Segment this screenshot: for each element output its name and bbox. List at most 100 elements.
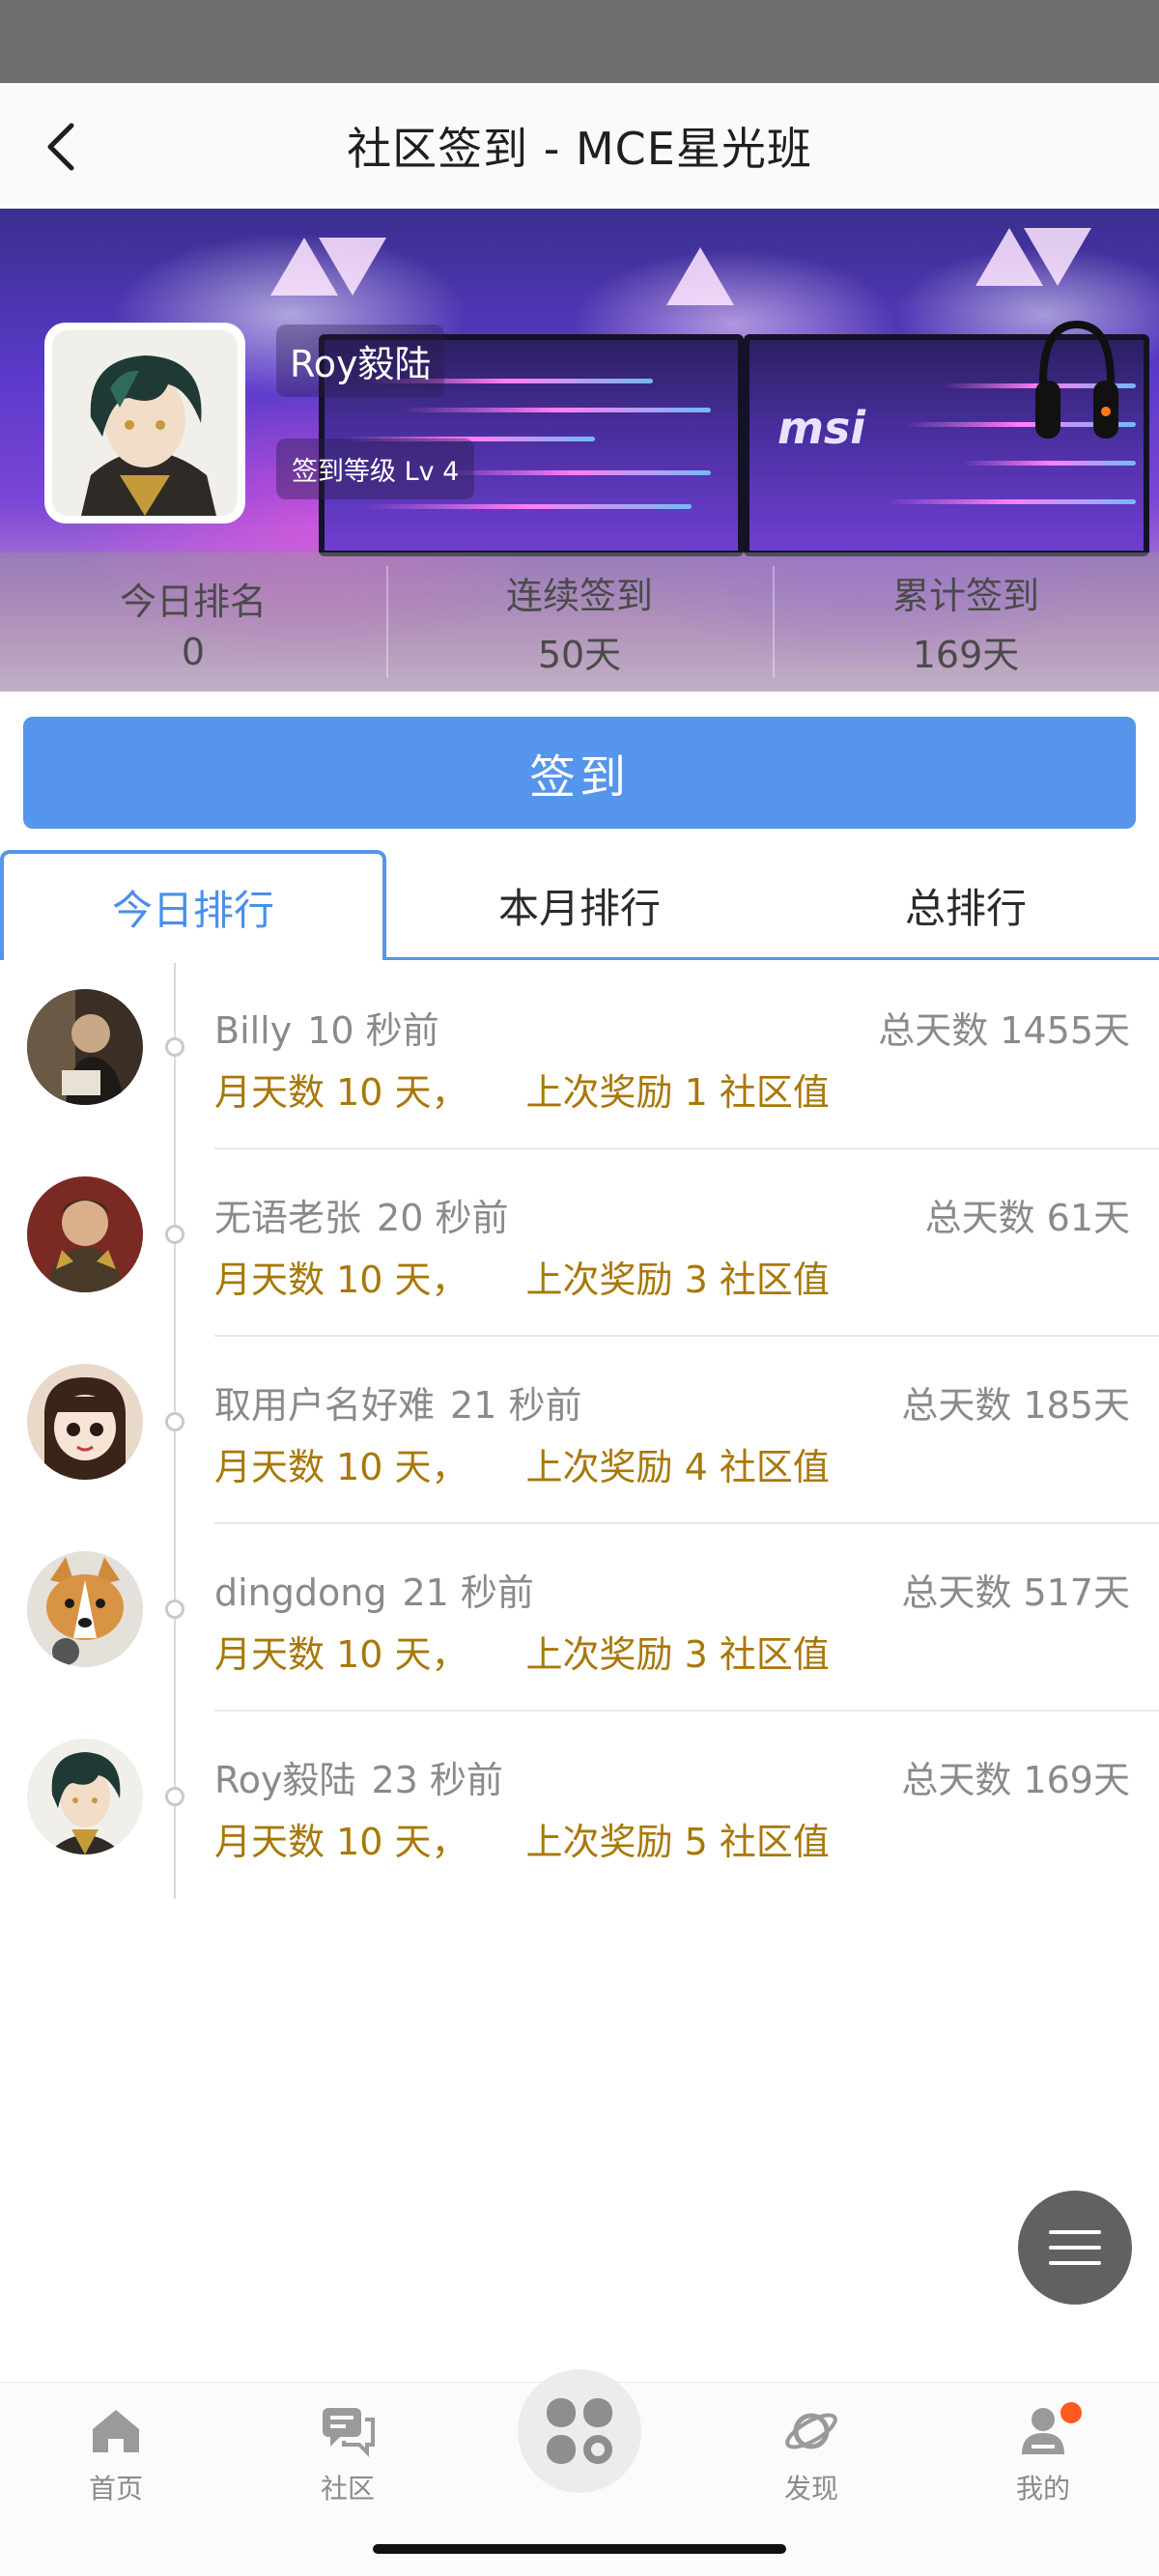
list-item[interactable]: 无语老张 20 秒前 总天数 61天 月天数 10 天， 上次奖励 3 社区值 (0, 1147, 1159, 1335)
tabbar-label: 发现 (783, 2473, 838, 2505)
last-reward: 上次奖励 1 社区值 (525, 1071, 830, 1114)
avatar-warrior-icon (27, 1176, 143, 1292)
checkin-page: 社区签到 - MCE星光班 msi Roy毅陆 签到等级 Lv 4 今日排名 0… (0, 0, 1159, 2576)
last-reward: 上次奖励 5 社区值 (525, 1821, 830, 1863)
timeline-dot (165, 1037, 184, 1057)
chevron-left-icon (47, 123, 74, 171)
list-item[interactable]: Roy毅陆 23 秒前 总天数 169天 月天数 10 天， 上次奖励 5 社区值 (0, 1710, 1159, 1897)
avatar[interactable] (27, 1364, 143, 1480)
checkin-time: 10 秒前 (307, 1009, 439, 1052)
avatar-anime-boy-icon (52, 330, 238, 516)
user-time: dingdong 21 秒前 (214, 1563, 550, 1616)
menu-line (1049, 2261, 1101, 2265)
menu-line (1049, 2246, 1101, 2250)
username-label: Roy毅陆 (276, 325, 445, 397)
checkin-button[interactable]: 签到 (23, 717, 1136, 829)
total-days: 总天数 517天 (901, 1571, 1130, 1614)
status-bar (0, 0, 1159, 83)
list-item[interactable]: 取用户名好难 21 秒前 总天数 185天 月天数 10 天， 上次奖励 4 社区值 (0, 1335, 1159, 1522)
community-chat-icon (323, 2408, 375, 2457)
user-time: 取用户名好难 21 秒前 (214, 1375, 597, 1429)
avatar-anime-boy-icon (27, 1739, 143, 1854)
total-days: 总天数 185天 (901, 1384, 1130, 1427)
level-badge: 签到等级 Lv 4 (276, 439, 475, 499)
tab-today-ranking[interactable]: 今日排行 (0, 850, 386, 963)
tabbar-label: 社区 (320, 2473, 375, 2505)
reward-info: 月天数 10 天， 上次奖励 1 社区值 (214, 1062, 830, 1116)
checkin-list: Billy 10 秒前 总天数 1455天 月天数 10 天， 上次奖励 1 社区值… (0, 960, 1159, 1899)
user-time: Billy 10 秒前 (214, 1001, 455, 1054)
tabbar-item-community[interactable]: 社区 (290, 2402, 406, 2506)
page-title: 社区签到 - MCE星光班 (347, 123, 812, 175)
ranking-tabs: 今日排行 本月排行 总排行 (0, 850, 1159, 963)
month-days: 月天数 10 天， (214, 1446, 468, 1488)
last-reward: 上次奖励 3 社区值 (525, 1633, 830, 1676)
stat-value: 169天 (912, 634, 1020, 676)
stat-value: 0 (181, 630, 206, 673)
timeline-dot (165, 1225, 184, 1244)
total-days: 总天数 61天 (924, 1197, 1130, 1239)
tabbar-label: 首页 (88, 2473, 143, 2505)
list-item[interactable]: Billy 10 秒前 总天数 1455天 月天数 10 天， 上次奖励 1 社区值 (0, 960, 1159, 1147)
stat-label: 连续签到 (505, 575, 653, 617)
avatar-photo-man-icon (27, 989, 143, 1105)
tabbar-label: 我的 (1015, 2473, 1070, 2505)
avatar[interactable] (27, 1739, 143, 1854)
user-avatar[interactable] (44, 323, 245, 524)
user-name: Billy (214, 1009, 293, 1052)
month-days: 月天数 10 天， (214, 1821, 468, 1863)
profile-banner: msi Roy毅陆 签到等级 Lv 4 今日排名 0 连续签到 50天 累计签到… (0, 209, 1159, 692)
stat-label: 累计签到 (891, 575, 1039, 617)
reward-info: 月天数 10 天， 上次奖励 3 社区值 (214, 1625, 830, 1678)
month-days: 月天数 10 天， (214, 1259, 468, 1301)
total-days: 总天数 169天 (901, 1759, 1130, 1801)
apps-grid-icon (547, 2398, 612, 2464)
list-item[interactable]: dingdong 21 秒前 总天数 517天 月天数 10 天， 上次奖励 3 社… (0, 1522, 1159, 1710)
tabbar-item-profile[interactable]: 我的 (985, 2402, 1101, 2506)
planet-icon (785, 2413, 837, 2449)
headphone-icon (1035, 320, 1118, 439)
navigation-bar: 社区签到 - MCE星光班 (0, 83, 1159, 209)
tabbar-item-discover[interactable]: 发现 (753, 2402, 869, 2506)
back-button[interactable] (33, 118, 91, 176)
month-days: 月天数 10 天， (214, 1071, 468, 1114)
stats-bar: 今日排名 0 连续签到 50天 累计签到 169天 (0, 552, 1159, 692)
stat-value: 50天 (537, 634, 622, 676)
reward-info: 月天数 10 天， 上次奖励 5 社区值 (214, 1812, 830, 1865)
stat-today-rank: 今日排名 0 (0, 552, 386, 692)
timeline-dot (165, 1599, 184, 1619)
notification-badge (1060, 2402, 1082, 2423)
user-name: dingdong (214, 1571, 387, 1614)
floating-menu-button[interactable] (1018, 2191, 1132, 2305)
user-name: 无语老张 (214, 1197, 362, 1239)
reward-info: 月天数 10 天， 上次奖励 4 社区值 (214, 1437, 830, 1490)
timeline-dot (165, 1787, 184, 1806)
tabbar-item-home[interactable]: 首页 (58, 2402, 174, 2506)
user-name: Roy毅陆 (214, 1759, 356, 1801)
tab-month-ranking[interactable]: 本月排行 (386, 850, 773, 960)
stat-streak: 连续签到 50天 (386, 552, 773, 692)
timeline-dot (165, 1412, 184, 1431)
avatar[interactable] (27, 1176, 143, 1292)
last-reward: 上次奖励 4 社区值 (525, 1446, 830, 1488)
stat-total: 累计签到 169天 (773, 552, 1159, 692)
avatar[interactable] (27, 989, 143, 1105)
avatar[interactable] (27, 1551, 143, 1667)
brand-logo: msi (777, 402, 866, 454)
home-indicator (373, 2544, 786, 2554)
menu-line (1049, 2230, 1101, 2234)
month-days: 月天数 10 天， (214, 1633, 468, 1676)
home-icon (93, 2410, 139, 2452)
checkin-time: 20 秒前 (377, 1197, 509, 1239)
center-apps-button[interactable] (518, 2369, 641, 2493)
tab-total-ranking[interactable]: 总排行 (773, 850, 1159, 960)
total-days: 总天数 1455天 (878, 1009, 1130, 1052)
reward-info: 月天数 10 天， 上次奖励 3 社区值 (214, 1250, 830, 1303)
checkin-time: 23 秒前 (371, 1759, 503, 1801)
last-reward: 上次奖励 3 社区值 (525, 1259, 830, 1301)
checkin-time: 21 秒前 (402, 1571, 534, 1614)
user-name: 取用户名好难 (214, 1384, 436, 1427)
stat-label: 今日排名 (119, 580, 267, 623)
avatar-corgi-icon (27, 1551, 143, 1667)
avatar-anime-girl-icon (27, 1364, 143, 1480)
